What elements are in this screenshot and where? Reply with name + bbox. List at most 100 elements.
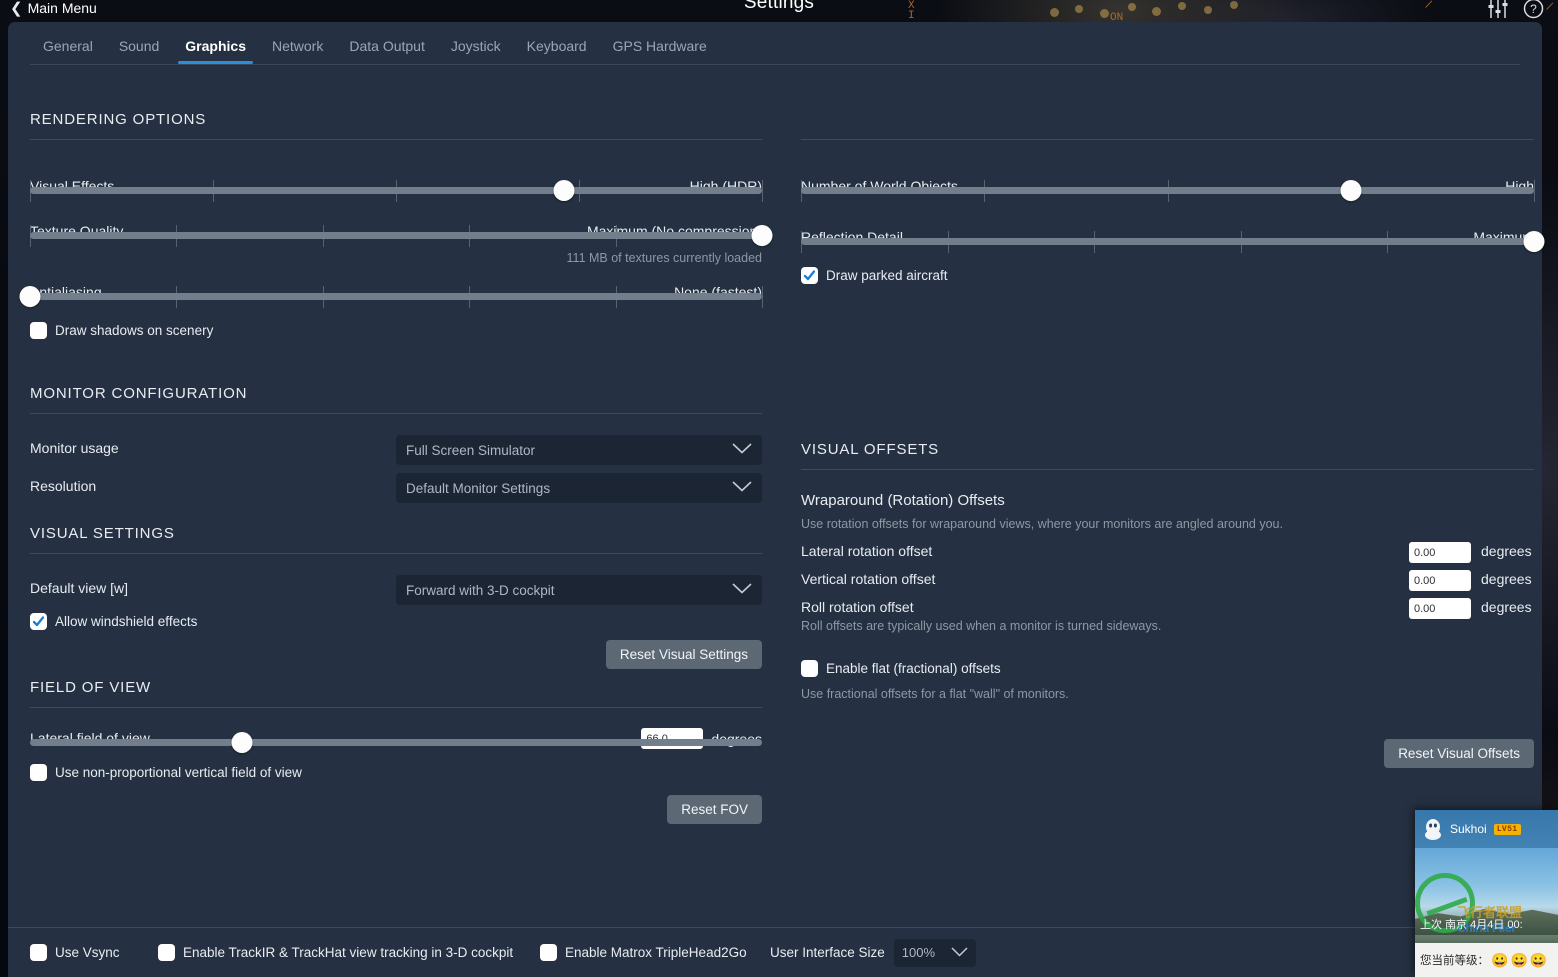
rotation-offset-input[interactable] bbox=[1409, 542, 1471, 563]
chevron-down-icon bbox=[732, 479, 752, 497]
rotation-offset-input[interactable] bbox=[1409, 570, 1471, 591]
flat-offsets-checkbox-row[interactable]: Enable flat (fractional) offsets bbox=[801, 660, 1534, 677]
visual-settings-section: VISUAL SETTINGS Default view [w] Forward… bbox=[30, 525, 762, 669]
visual-effects-slider[interactable] bbox=[30, 178, 762, 204]
tab-sound[interactable]: Sound bbox=[106, 38, 172, 64]
draw-shadows-checkbox[interactable] bbox=[30, 322, 47, 339]
rotation-offset-label: Vertical rotation offset bbox=[801, 571, 935, 587]
qq-level-face-icon: 😀 bbox=[1530, 953, 1547, 967]
qq-penguin-icon bbox=[1423, 818, 1443, 840]
resolution-dropdown[interactable]: Default Monitor Settings bbox=[396, 473, 762, 503]
matrox-checkbox[interactable] bbox=[540, 944, 557, 961]
monitor-usage-row: Monitor usage Full Screen Simulator bbox=[30, 435, 762, 465]
antialiasing-slider-row: Antialiasing None (fastest) bbox=[30, 284, 762, 310]
qq-level-bar: 您当前等级： 😀 😀 😀 bbox=[1415, 943, 1558, 977]
field-of-view-section: FIELD OF VIEW Lateral field of view degr… bbox=[30, 679, 762, 824]
visual-settings-title: VISUAL SETTINGS bbox=[30, 525, 762, 542]
matrox-checkbox-row[interactable]: Enable Matrox TripleHead2Go bbox=[540, 944, 747, 961]
slider-tick bbox=[1534, 180, 1535, 202]
tab-general[interactable]: General bbox=[30, 38, 106, 64]
rendering-right-controls: Number of World Objects High Reflection … bbox=[801, 159, 1534, 284]
wraparound-offsets-title: Wraparound (Rotation) Offsets bbox=[801, 492, 1534, 509]
default-view-dropdown[interactable]: Forward with 3-D cockpit bbox=[396, 575, 762, 605]
section-divider bbox=[801, 469, 1534, 470]
default-view-row: Default view [w] Forward with 3-D cockpi… bbox=[30, 575, 762, 605]
svg-text:?: ? bbox=[1530, 2, 1537, 16]
trackir-checkbox[interactable] bbox=[158, 944, 175, 961]
reset-visual-offsets-button[interactable]: Reset Visual Offsets bbox=[1384, 739, 1534, 768]
qq-notification-popup[interactable]: Sukhoi LV51 飞行者联盟 China Flier 上次 南京 4月4日… bbox=[1415, 810, 1558, 977]
qq-popup-header: Sukhoi LV51 bbox=[1415, 810, 1558, 848]
rotation-offset-unit: degrees bbox=[1481, 599, 1532, 615]
qq-level-face-icon: 😀 bbox=[1510, 953, 1527, 967]
reflection-detail-slider[interactable] bbox=[801, 229, 1534, 255]
visual-effects-slider-row: Visual Effects High (HDR) bbox=[30, 178, 762, 204]
help-circle-icon[interactable]: ? bbox=[1523, 0, 1544, 24]
flat-offsets-label: Enable flat (fractional) offsets bbox=[826, 661, 1001, 676]
allow-windshield-effects-checkbox-row[interactable]: Allow windshield effects bbox=[30, 613, 762, 630]
lateral-fov-slider[interactable] bbox=[30, 730, 762, 756]
draw-parked-aircraft-label: Draw parked aircraft bbox=[826, 268, 948, 283]
lateral-fov-row: Lateral field of view degrees bbox=[30, 730, 762, 756]
tabs-divider bbox=[30, 64, 1520, 65]
default-view-label: Default view [w] bbox=[30, 580, 128, 596]
qq-level-label: 您当前等级： bbox=[1420, 952, 1489, 968]
ui-size-label: User Interface Size bbox=[770, 945, 885, 960]
nonproportional-fov-checkbox[interactable] bbox=[30, 764, 47, 781]
section-divider bbox=[30, 139, 762, 140]
tab-data-output[interactable]: Data Output bbox=[336, 38, 438, 64]
rotation-offset-label: Roll rotation offset bbox=[801, 599, 914, 615]
settings-panel: GeneralSoundGraphicsNetworkData OutputJo… bbox=[8, 22, 1542, 977]
settings-tabs: GeneralSoundGraphicsNetworkData OutputJo… bbox=[8, 22, 1542, 64]
monitor-configuration-title: MONITOR CONFIGURATION bbox=[30, 385, 762, 402]
use-vsync-checkbox-row[interactable]: Use Vsync bbox=[30, 944, 120, 961]
chevron-down-icon bbox=[732, 441, 752, 459]
rendering-options-right-rule: . bbox=[801, 111, 1534, 140]
qq-level-badge: LV51 bbox=[1494, 824, 1521, 835]
tab-graphics[interactable]: Graphics bbox=[172, 38, 259, 64]
top-icons: ? bbox=[1487, 0, 1544, 24]
reset-visual-settings-button[interactable]: Reset Visual Settings bbox=[606, 640, 762, 669]
tab-gps-hardware[interactable]: GPS Hardware bbox=[600, 38, 720, 64]
ui-size-value: 100% bbox=[902, 945, 951, 960]
use-vsync-checkbox[interactable] bbox=[30, 944, 47, 961]
resolution-label: Resolution bbox=[30, 478, 96, 494]
draw-parked-aircraft-checkbox[interactable] bbox=[801, 267, 818, 284]
texture-quality-slider[interactable] bbox=[30, 223, 762, 249]
world-objects-slider[interactable] bbox=[801, 178, 1534, 204]
page-title: Settings bbox=[0, 0, 1558, 14]
tab-network[interactable]: Network bbox=[259, 38, 336, 64]
flat-offsets-checkbox[interactable] bbox=[801, 660, 818, 677]
default-view-value: Forward with 3-D cockpit bbox=[406, 583, 732, 598]
texture-quality-slider-row: Texture Quality Maximum (No compression)… bbox=[30, 223, 762, 265]
slider-tick bbox=[762, 286, 763, 308]
allow-windshield-effects-checkbox[interactable] bbox=[30, 613, 47, 630]
reflection-detail-slider-row: Reflection Detail Maximum bbox=[801, 229, 1534, 255]
draw-shadows-checkbox-row[interactable]: Draw shadows on scenery bbox=[30, 322, 762, 339]
nonproportional-fov-label: Use non-proportional vertical field of v… bbox=[55, 765, 302, 780]
draw-parked-aircraft-checkbox-row[interactable]: Draw parked aircraft bbox=[801, 267, 1534, 284]
monitor-usage-label: Monitor usage bbox=[30, 440, 119, 456]
section-divider bbox=[801, 139, 1534, 140]
nonproportional-fov-checkbox-row[interactable]: Use non-proportional vertical field of v… bbox=[30, 764, 762, 781]
allow-windshield-effects-label: Allow windshield effects bbox=[55, 614, 197, 629]
rotation-offset-row: Lateral rotation offsetdegrees bbox=[801, 540, 1534, 568]
rotation-offset-input[interactable] bbox=[1409, 598, 1471, 619]
tab-keyboard[interactable]: Keyboard bbox=[514, 38, 600, 64]
ui-size-dropdown[interactable]: 100% bbox=[894, 939, 976, 967]
reset-fov-button[interactable]: Reset FOV bbox=[667, 795, 762, 824]
monitor-usage-dropdown[interactable]: Full Screen Simulator bbox=[396, 435, 762, 465]
field-of-view-title: FIELD OF VIEW bbox=[30, 679, 762, 696]
qq-level-face-icon: 😀 bbox=[1491, 953, 1508, 967]
rendering-options-left: RENDERING OPTIONS bbox=[30, 111, 762, 140]
antialiasing-slider[interactable] bbox=[30, 284, 762, 310]
resolution-value: Default Monitor Settings bbox=[406, 481, 732, 496]
sliders-icon[interactable] bbox=[1487, 0, 1509, 24]
rotation-offset-label: Lateral rotation offset bbox=[801, 543, 932, 559]
tab-joystick[interactable]: Joystick bbox=[438, 38, 514, 64]
section-divider bbox=[30, 707, 762, 708]
section-divider bbox=[30, 413, 762, 414]
section-divider bbox=[30, 553, 762, 554]
chevron-down-icon bbox=[951, 944, 968, 962]
trackir-checkbox-row[interactable]: Enable TrackIR & TrackHat view tracking … bbox=[158, 944, 513, 961]
